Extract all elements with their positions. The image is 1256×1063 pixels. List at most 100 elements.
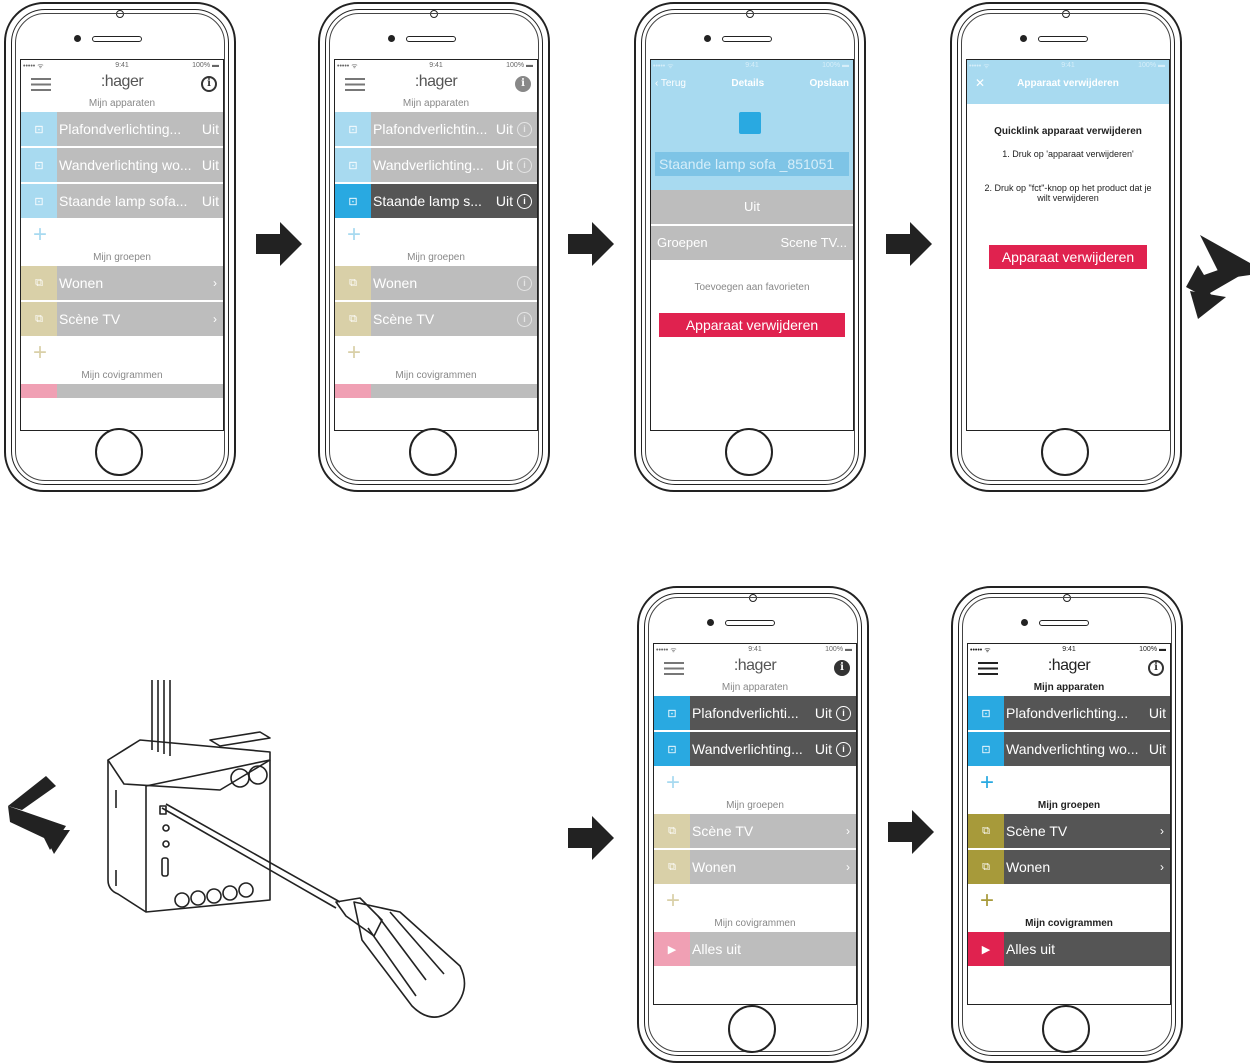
home-button[interactable] (1041, 428, 1089, 476)
group-row[interactable]: ⧉ Wonen › (968, 850, 1170, 886)
info-icon[interactable]: i (515, 76, 531, 92)
camera-top (746, 10, 754, 18)
play-icon: ▶ (968, 932, 1004, 966)
chevron-right-icon: › (1160, 824, 1164, 838)
section-covigrammen: Mijn covigrammen (714, 918, 796, 929)
groepen-label: Groepen (657, 235, 708, 250)
device-row[interactable]: ⊡ Wandverlichting... Uit i (654, 732, 856, 768)
speaker (1039, 620, 1089, 626)
section-apparaten: Mijn apparaten (88, 98, 156, 109)
arrow-right-icon (568, 816, 614, 860)
device-row[interactable]: ⊡ Wandverlichting wo... Uit (21, 148, 223, 184)
home-button[interactable] (1042, 1005, 1090, 1053)
screen: ••••• ᯤ 9:41 100% ▬ ‹ Terug Details Opsl… (650, 59, 854, 431)
group-row[interactable]: ⧉ Wonen i (335, 266, 537, 302)
group-label: Wonen (692, 859, 737, 875)
group-row[interactable]: ⧉ Scène TV i (335, 302, 537, 338)
info-icon[interactable]: i (517, 311, 532, 327)
delete-device-button[interactable]: Apparaat verwijderen (989, 245, 1147, 269)
info-icon[interactable]: i (517, 157, 532, 173)
menu-icon[interactable] (345, 78, 365, 91)
group-row[interactable]: ⧉ Wonen › (21, 266, 223, 302)
info-icon[interactable]: i (201, 76, 217, 92)
add-device-icon[interactable]: + (968, 768, 1170, 798)
section-covigrammen: Mijn covigrammen (1025, 918, 1113, 929)
close-icon[interactable]: ✕ (975, 76, 985, 90)
app-bar: :hager i (654, 656, 856, 680)
device-row[interactable]: ⊡ Wandverlichting... Uit i (335, 148, 537, 184)
device-row[interactable]: ⊡ Wandverlichting wo... Uit (968, 732, 1170, 768)
device-row[interactable]: ⊡ Plafondverlichtin... Uit i (335, 112, 537, 148)
add-group-icon[interactable]: + (968, 886, 1170, 916)
group-row[interactable]: ⧉ Scène TV › (654, 814, 856, 850)
add-group-icon[interactable]: + (335, 338, 537, 368)
hager-logo: :hager (1047, 657, 1091, 674)
step-1-text: 1. Druk op 'apparaat verwijderen' (1002, 149, 1134, 159)
device-row-selected[interactable]: ⊡ Staande lamp s... Uit i (335, 184, 537, 220)
battery-icon: 100% ▬ (1139, 646, 1166, 653)
signal-icon: ••••• ᯤ (969, 63, 990, 70)
device-label: Wandverlichting wo... (1006, 741, 1139, 757)
covigram-row[interactable] (21, 384, 223, 400)
info-icon[interactable]: i (517, 193, 532, 209)
arrow-right-icon (888, 810, 934, 854)
info-icon[interactable]: i (517, 121, 532, 137)
home-button[interactable] (728, 1005, 776, 1053)
groepen-value: Scene TV... (780, 235, 848, 250)
nav-title: Details (731, 78, 765, 89)
menu-icon[interactable] (664, 662, 684, 675)
home-button[interactable] (725, 428, 773, 476)
group-row[interactable]: ⧉ Scène TV › (21, 302, 223, 338)
add-favorites-link[interactable]: Toevoegen aan favorieten (651, 282, 853, 293)
menu-icon[interactable] (31, 78, 51, 91)
info-icon[interactable]: i (517, 275, 532, 291)
detail-header: ••••• ᯤ 9:41 100% ▬ ‹ Terug Details Opsl… (651, 60, 853, 190)
camera-top (749, 594, 757, 602)
info-icon[interactable]: i (836, 705, 851, 721)
header-bar: ••••• ᯤ 9:41 100% ▬ ✕ Apparaat verwijder… (967, 60, 1169, 104)
device-row[interactable]: ⊡ Plafondverlichting... Uit (21, 112, 223, 148)
group-label: Scène TV (1006, 823, 1068, 839)
device-row[interactable]: ⊡ Plafondverlichti... Uit i (654, 696, 856, 732)
add-group-icon[interactable]: + (21, 338, 223, 368)
covigram-row[interactable] (335, 384, 537, 400)
add-device-icon[interactable]: + (21, 220, 223, 250)
battery-icon: 100% ▬ (1138, 62, 1165, 69)
dialog-heading: Quicklink apparaat verwijderen (994, 126, 1142, 137)
delete-device-button[interactable]: Apparaat verwijderen (659, 313, 845, 337)
device-label: Wandverlichting... (373, 157, 484, 173)
save-button[interactable]: Opslaan (810, 78, 849, 89)
add-group-icon[interactable]: + (654, 886, 856, 916)
device-name-field[interactable]: Staande lamp sofa _851051 (655, 152, 849, 176)
group-row[interactable]: ⧉ Wonen › (654, 850, 856, 886)
add-device-icon[interactable]: + (654, 768, 856, 798)
info-icon[interactable]: i (834, 660, 850, 676)
device-state: Uit (1148, 741, 1166, 757)
step-2-text: 2. Druk op "fct"-knop op het product dat… (984, 183, 1152, 203)
info-icon[interactable]: i (1148, 660, 1164, 676)
info-icon[interactable]: i (836, 741, 851, 757)
device-label: Plafondverlichting... (1006, 705, 1129, 721)
clock: 9:41 (745, 62, 759, 69)
device-row[interactable]: ⊡ Staande lamp sofa... Uit (21, 184, 223, 220)
back-button[interactable]: ‹ Terug (655, 78, 686, 89)
device-row[interactable]: ⊡ Plafondverlichting... Uit (968, 696, 1170, 732)
home-button[interactable] (95, 428, 143, 476)
home-button[interactable] (409, 428, 457, 476)
group-row[interactable]: ⧉ Scène TV › (968, 814, 1170, 850)
status-bar: ••••• ᯤ 9:41 100% ▬ (651, 60, 853, 72)
group-icon: ⧉ (968, 814, 1004, 848)
hager-logo: :hager (414, 73, 458, 90)
group-label: Wonen (1006, 859, 1051, 875)
add-device-icon[interactable]: + (335, 220, 537, 250)
screen: ••••• ᯤ 9:41 100% ▬ :hager i Mijn appara… (653, 643, 857, 1005)
groepen-row[interactable]: Groepen Scene TV... (651, 226, 853, 262)
group-icon: ⧉ (335, 302, 371, 336)
covigram-row[interactable]: ▶ Alles uit (654, 932, 856, 968)
menu-icon[interactable] (978, 662, 998, 675)
group-label: Scène TV (59, 311, 121, 327)
section-apparaten: Mijn apparaten (721, 682, 789, 693)
covigram-row[interactable]: ▶ Alles uit (968, 932, 1170, 968)
state-row[interactable]: Uit (651, 190, 853, 226)
section-groepen: Mijn groepen (93, 252, 151, 263)
